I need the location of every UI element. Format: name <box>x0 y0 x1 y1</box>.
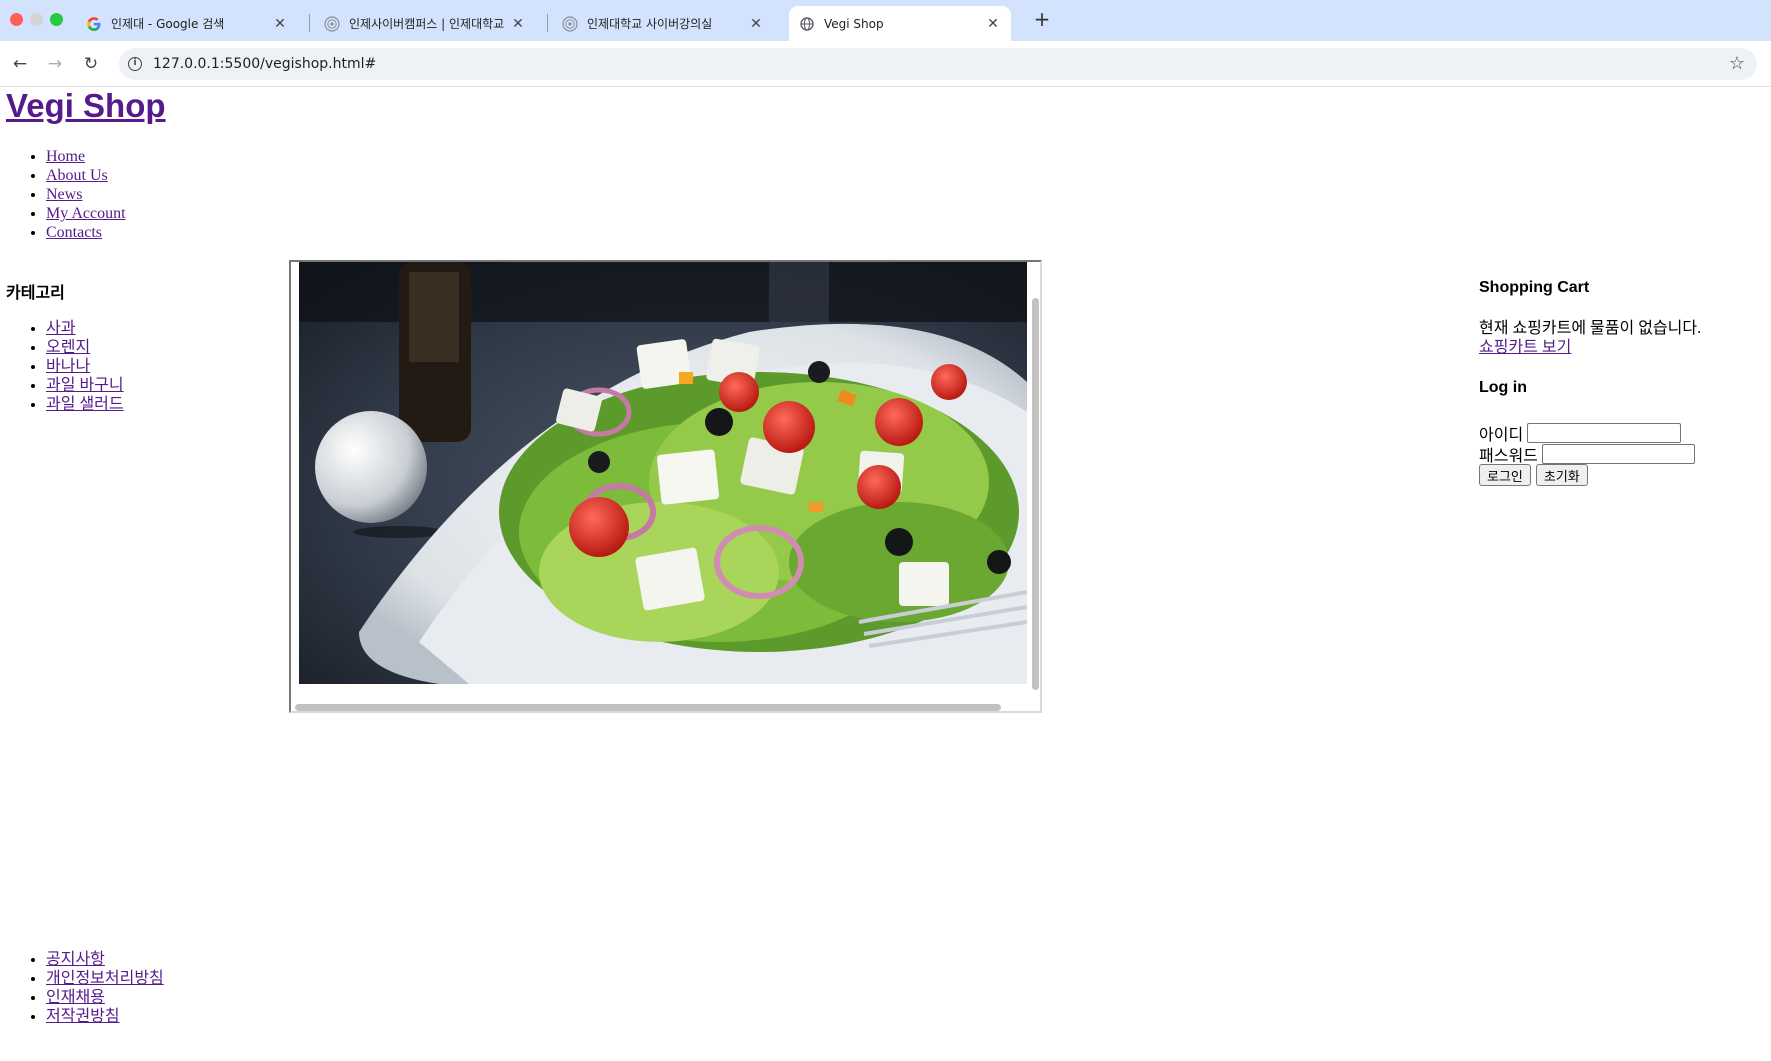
tab-title: 인제사이버캠퍼스 | 인제대학교 <box>349 17 505 31</box>
bookmark-star-icon[interactable]: ☆ <box>1729 53 1745 74</box>
footer-link-privacy-policy[interactable]: 개인정보처리방침 <box>46 970 164 987</box>
window-close-icon[interactable] <box>10 13 23 26</box>
footer-item: 개인정보처리방침 <box>46 969 164 988</box>
page-body: Vegi Shop Home About Us News My Account … <box>0 88 1771 1061</box>
nav-item: About Us <box>46 166 126 185</box>
footer-item: 저작권방침 <box>46 1007 164 1026</box>
university-seal-icon <box>562 15 578 32</box>
forward-arrow-icon[interactable]: → <box>44 53 66 75</box>
tab-close-icon[interactable]: ✕ <box>510 16 526 32</box>
horizontal-scrollbar[interactable] <box>295 704 1001 711</box>
tab-title: 인제대학교 사이버강의실 <box>587 17 713 31</box>
id-input[interactable] <box>1527 423 1682 443</box>
category-heading: 카테고리 <box>6 285 65 302</box>
salad-image <box>299 262 1027 684</box>
nav-link-news[interactable]: News <box>46 186 82 203</box>
browser-tab-inje-cyber-campus[interactable]: 인제사이버캠퍼스 | 인제대학교 ✕ <box>314 6 536 41</box>
site-title-link[interactable]: Vegi Shop <box>6 87 166 124</box>
site-info-icon[interactable]: i <box>128 57 142 71</box>
browser-tab-inje-cyber-lecture[interactable]: 인제대학교 사이버강의실 ✕ <box>552 6 774 41</box>
google-g-icon <box>86 16 102 32</box>
site-title: Vegi Shop <box>6 88 166 124</box>
footer-link-copyright-policy[interactable]: 저작권방침 <box>46 1008 120 1025</box>
main-nav: Home About Us News My Account Contacts <box>6 147 126 242</box>
new-tab-icon[interactable]: + <box>1030 8 1054 32</box>
tab-divider <box>547 14 548 32</box>
category-link-banana[interactable]: 바나나 <box>46 358 90 375</box>
tab-close-icon[interactable]: ✕ <box>985 16 1001 32</box>
view-cart-link[interactable]: 쇼핑카트 보기 <box>1479 338 1571 357</box>
globe-icon <box>799 16 815 32</box>
window-minimize-icon[interactable] <box>30 13 43 26</box>
nav-link-about-us[interactable]: About Us <box>46 167 108 184</box>
login-password-row: 패스워드 <box>1479 442 1695 466</box>
category-item: 오렌지 <box>46 338 124 357</box>
nav-item: Home <box>46 147 126 166</box>
back-arrow-icon[interactable]: ← <box>9 53 31 75</box>
tab-title: 인제대 - Google 검색 <box>111 17 225 31</box>
login-buttons: 로그인 초기화 <box>1479 464 1588 486</box>
category-link-fruit-salad[interactable]: 과일 샐러드 <box>46 396 124 413</box>
category-item: 과일 바구니 <box>46 376 124 395</box>
nav-link-my-account[interactable]: My Account <box>46 205 126 222</box>
login-heading: Log in <box>1479 379 1527 396</box>
category-link-orange[interactable]: 오렌지 <box>46 339 90 356</box>
footer-item: 공지사항 <box>46 950 164 969</box>
tab-close-icon[interactable]: ✕ <box>272 16 288 32</box>
category-item: 과일 샐러드 <box>46 395 124 414</box>
tab-title: Vegi Shop <box>824 16 884 31</box>
category-link-fruit-basket[interactable]: 과일 바구니 <box>46 377 124 394</box>
cart-empty-text: 현재 쇼핑카트에 물품이 없습니다. <box>1479 320 1702 337</box>
nav-link-home[interactable]: Home <box>46 148 85 165</box>
tab-divider <box>309 14 310 32</box>
address-url[interactable]: 127.0.0.1:5500/vegishop.html# <box>153 56 376 72</box>
cart-heading: Shopping Cart <box>1479 279 1590 296</box>
browser-toolbar: ← → ↻ i 127.0.0.1:5500/vegishop.html# ☆ <box>0 41 1771 87</box>
footer-link-notices[interactable]: 공지사항 <box>46 951 105 968</box>
password-label: 패스워드 <box>1479 448 1538 465</box>
vertical-scrollbar[interactable] <box>1032 298 1039 690</box>
browser-tab-bar: 인제대 - Google 검색 ✕ 인제사이버캠퍼스 | 인제대학교 ✕ 인제대… <box>0 0 1771 41</box>
nav-item: News <box>46 185 126 204</box>
image-iframe[interactable] <box>289 260 1042 713</box>
category-item: 사과 <box>46 319 124 338</box>
nav-link-contacts[interactable]: Contacts <box>46 224 102 241</box>
category-item: 바나나 <box>46 357 124 376</box>
footer-link-careers[interactable]: 인재채용 <box>46 989 105 1006</box>
category-link-apple[interactable]: 사과 <box>46 320 75 337</box>
login-button[interactable]: 로그인 <box>1479 464 1531 486</box>
password-input[interactable] <box>1541 444 1695 464</box>
university-seal-icon <box>324 15 340 32</box>
footer-item: 인재채용 <box>46 988 164 1007</box>
footer-nav: 공지사항 개인정보처리방침 인재채용 저작권방침 <box>6 950 164 1026</box>
tab-close-icon[interactable]: ✕ <box>748 16 764 32</box>
category-list: 사과 오렌지 바나나 과일 바구니 과일 샐러드 <box>6 319 124 414</box>
nav-item: My Account <box>46 204 126 223</box>
browser-tab-vegi-shop[interactable]: Vegi Shop ✕ <box>789 6 1011 41</box>
browser-tab-google-search[interactable]: 인제대 - Google 검색 ✕ <box>76 6 298 41</box>
window-maximize-icon[interactable] <box>50 13 63 26</box>
nav-item: Contacts <box>46 223 126 242</box>
reload-icon[interactable]: ↻ <box>80 53 102 75</box>
reset-button[interactable]: 초기화 <box>1535 464 1588 486</box>
address-bar[interactable]: i 127.0.0.1:5500/vegishop.html# ☆ <box>119 48 1757 80</box>
